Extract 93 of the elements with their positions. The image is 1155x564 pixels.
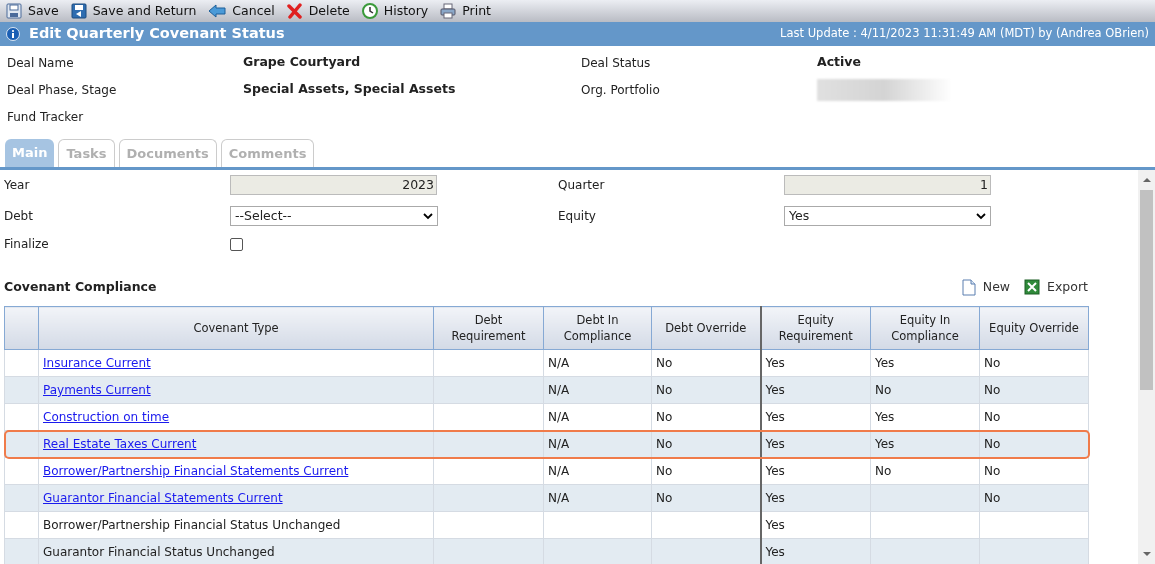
clock-icon: [361, 3, 378, 19]
table-cell: No: [875, 383, 892, 397]
table-cell: Yes: [765, 356, 785, 370]
table-row[interactable]: Borrower/Partnership Financial Status Unchanged Yes: [4, 511, 1089, 539]
toolbar-button[interactable]: Save: [6, 1, 59, 21]
column-header[interactable]: Covenant Type: [38, 306, 434, 350]
table-cell: N/A: [548, 464, 570, 478]
table-cell: Borrower/Partnership Financial Status Unchanged: [43, 518, 341, 532]
field-label: Finalize: [4, 236, 49, 253]
field-label: Deal Name: [7, 54, 74, 72]
table-cell: No: [984, 383, 1001, 397]
table-row[interactable]: Borrower/Partnership Financial Statements Current N/A No Yes No No: [4, 457, 1089, 485]
field-label: Debt: [4, 208, 33, 225]
table-cell: Yes: [765, 464, 785, 478]
column-header[interactable]: Equity Requirement: [760, 306, 871, 350]
table-cell: No: [656, 356, 673, 370]
info-icon: [6, 27, 20, 41]
table-cell: N/A: [548, 383, 570, 397]
table-row[interactable]: Real Estate Taxes Current N/A No Yes Yes No: [4, 430, 1089, 458]
covenant-link[interactable]: Construction on time: [43, 410, 170, 424]
toolbar-button[interactable]: Print: [440, 1, 491, 21]
table-cell: No: [656, 464, 673, 478]
left-arrow-icon: [208, 3, 227, 19]
scroll-down-arrow-icon[interactable]: [1142, 551, 1151, 557]
chevron-down-icon: [423, 212, 433, 220]
toolbar-button[interactable]: Cancel: [208, 1, 275, 21]
table-cell: Yes: [875, 356, 895, 370]
table-cell: Yes: [875, 410, 895, 424]
field-value: Special Assets, Special Assets: [243, 80, 456, 99]
covenant-link[interactable]: Insurance Current: [43, 356, 151, 370]
field-label: Deal Phase, Stage: [7, 81, 117, 99]
close-icon: [286, 3, 303, 19]
covenant-link[interactable]: Payments Current: [43, 383, 151, 397]
scrollbar[interactable]: [1138, 170, 1155, 564]
table-cell: Yes: [765, 410, 785, 424]
table-row[interactable]: Insurance Current N/A No Yes Yes No: [4, 349, 1089, 377]
table-cell: Yes: [765, 437, 785, 451]
document-icon: [961, 278, 976, 296]
table-cell: No: [656, 437, 673, 451]
table-cell: No: [984, 464, 1001, 478]
table-cell: No: [656, 410, 673, 424]
table-cell: N/A: [548, 437, 570, 451]
finalize-checkbox[interactable]: [230, 237, 243, 251]
scroll-up-arrow-icon[interactable]: [1142, 177, 1151, 183]
last-update-text: Last Update : 4/11/2023 11:31:49 AM (MDT) by (Andrea OBrien): [780, 25, 1149, 43]
year-field[interactable]: 2023: [230, 175, 437, 195]
field-label: Org. Portfolio: [581, 81, 660, 99]
quarter-field[interactable]: 1: [784, 175, 991, 195]
table-cell: No: [875, 464, 892, 478]
table-row[interactable]: Guarantor Financial Status Unchanged Yes: [4, 538, 1089, 564]
table-cell: No: [984, 356, 1001, 370]
toolbar-button[interactable]: History: [361, 1, 429, 21]
field-label: Quarter: [558, 177, 605, 194]
section-title: Covenant Compliance: [4, 277, 157, 296]
table-cell: N/A: [548, 491, 570, 505]
table-cell: N/A: [548, 356, 570, 370]
toolbar-button[interactable]: Delete: [286, 1, 350, 21]
field-value: Grape Courtyard: [243, 53, 361, 72]
equity-dropdown[interactable]: Yes: [784, 206, 991, 226]
table-cell: Yes: [875, 437, 895, 451]
table-cell: Guarantor Financial Status Unchanged: [43, 545, 275, 559]
table-cell: No: [656, 383, 673, 397]
field-label: Equity: [558, 208, 596, 225]
chevron-down-icon: [976, 212, 986, 220]
field-value: Active: [817, 53, 861, 72]
toolbar-button[interactable]: Save and Return: [70, 1, 197, 21]
table-row[interactable]: Construction on time N/A No Yes Yes No: [4, 403, 1089, 431]
table-cell: Yes: [765, 383, 785, 397]
table-cell: No: [656, 491, 673, 505]
column-header[interactable]: Equity Override: [979, 306, 1089, 350]
table-cell: No: [984, 437, 1001, 451]
column-header[interactable]: Debt In Compliance: [543, 306, 652, 350]
table-cell: No: [984, 410, 1001, 424]
field-label: Year: [4, 177, 30, 194]
covenant-link[interactable]: Real Estate Taxes Current: [43, 437, 197, 451]
page-title: Edit Quarterly Covenant Status: [29, 24, 285, 44]
toolbar-button[interactable]: Export: [1024, 277, 1088, 297]
table-cell: Yes: [765, 491, 785, 505]
spreadsheet-icon: [1024, 279, 1041, 295]
table-row[interactable]: Guarantor Financial Statements Current N/A No Yes No: [4, 484, 1089, 512]
field-label: Deal Status: [581, 54, 651, 72]
toolbar-button[interactable]: New: [961, 277, 1011, 297]
table-row[interactable]: Payments Current N/A No Yes No No: [4, 376, 1089, 404]
table-cell: Yes: [765, 545, 785, 559]
table-cell: N/A: [548, 410, 570, 424]
field-label: Fund Tracker: [7, 108, 84, 126]
table-cell: No: [984, 491, 1001, 505]
column-header[interactable]: Debt Requirement: [433, 306, 544, 350]
table-cell: Yes: [765, 518, 785, 532]
printer-icon: [440, 3, 457, 19]
column-header[interactable]: Equity In Compliance: [870, 306, 980, 350]
column-header[interactable]: Debt Override: [651, 306, 761, 350]
debt-dropdown[interactable]: --Select--: [230, 206, 438, 226]
